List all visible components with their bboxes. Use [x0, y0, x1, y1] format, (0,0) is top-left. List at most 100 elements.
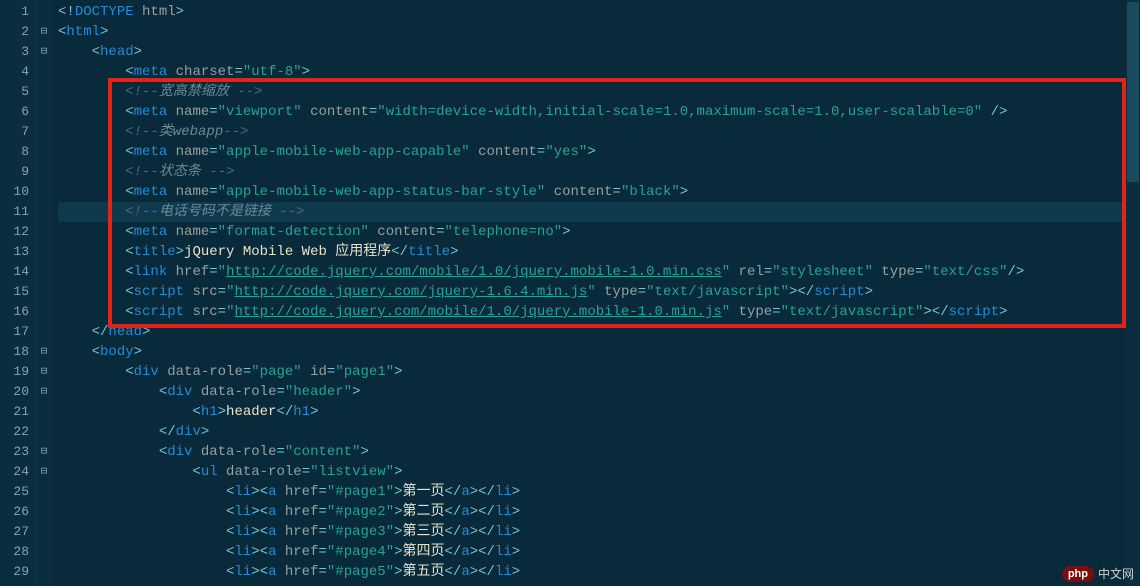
token-p: ></ — [470, 484, 495, 500]
line-number: 11 — [0, 202, 35, 222]
line-number: 8 — [0, 142, 35, 162]
code-line[interactable]: <html> — [58, 22, 1140, 42]
code-line[interactable]: <script src="http://code.jquery.com/jque… — [58, 282, 1140, 302]
code-editor[interactable]: 1234567891011121314151617181920212223242… — [0, 0, 1140, 586]
code-line[interactable]: <h1>header</h1> — [58, 402, 1140, 422]
token-tx: 第四页 — [403, 544, 445, 560]
fold-toggle[interactable]: ⊟ — [36, 342, 52, 362]
token-p: > — [512, 504, 520, 520]
line-number: 20 — [0, 382, 35, 402]
token-p: < — [92, 344, 100, 360]
token-s: "text/javascript" — [781, 304, 924, 320]
code-line[interactable]: <li><a href="#page2">第二页</a></li> — [58, 502, 1140, 522]
token-lnk: http://code.jquery.com/jquery-1.6.4.min.… — [234, 284, 587, 300]
code-line[interactable]: <div data-role="header"> — [58, 382, 1140, 402]
code-line[interactable]: <div data-role="content"> — [58, 442, 1140, 462]
token-p: > — [218, 404, 226, 420]
token-a: data-role — [218, 464, 302, 480]
token-tx: jQuery Mobile Web 应用程序 — [184, 244, 391, 260]
token-a: data-role — [192, 444, 276, 460]
line-number: 21 — [0, 402, 35, 422]
code-line[interactable]: <meta name="apple-mobile-web-app-capable… — [58, 142, 1140, 162]
fold-column[interactable]: ⊟⊟⊟⊟⊟⊟⊟ — [36, 0, 52, 586]
code-line[interactable]: <!DOCTYPE html> — [58, 2, 1140, 22]
token-c: <!-- — [125, 204, 159, 220]
code-line[interactable]: <meta charset="utf-8"> — [58, 62, 1140, 82]
line-number: 4 — [0, 62, 35, 82]
code-line[interactable]: <!--状态条 --> — [58, 162, 1140, 182]
code-line[interactable]: <meta name="viewport" content="width=dev… — [58, 102, 1140, 122]
token-s: " — [722, 264, 730, 280]
token-p: = — [302, 464, 310, 480]
fold-spacer — [36, 562, 52, 582]
token-p: > — [680, 184, 688, 200]
line-number: 1 — [0, 2, 35, 22]
code-line[interactable]: <head> — [58, 42, 1140, 62]
code-line[interactable]: <link href="http://code.jquery.com/mobil… — [58, 262, 1140, 282]
code-line[interactable]: <meta name="apple-mobile-web-app-status-… — [58, 182, 1140, 202]
token-cc: 宽高禁缩放 — [159, 84, 237, 100]
code-line[interactable]: </div> — [58, 422, 1140, 442]
token-p: < — [125, 264, 133, 280]
line-number: 29 — [0, 562, 35, 582]
token-s: "header" — [285, 384, 352, 400]
fold-spacer — [36, 262, 52, 282]
fold-spacer — [36, 182, 52, 202]
code-line[interactable]: <body> — [58, 342, 1140, 362]
token-p: > — [512, 524, 520, 540]
code-line[interactable]: <!--类webapp--> — [58, 122, 1140, 142]
token-a: content — [470, 144, 537, 160]
line-number: 10 — [0, 182, 35, 202]
token-t: div — [167, 444, 192, 460]
token-p: > — [201, 424, 209, 440]
token-t: li — [495, 544, 512, 560]
code-line[interactable]: <title>jQuery Mobile Web 应用程序</title> — [58, 242, 1140, 262]
code-line[interactable]: <!--宽高禁缩放 --> — [58, 82, 1140, 102]
fold-toggle[interactable]: ⊟ — [36, 442, 52, 462]
line-number: 18 — [0, 342, 35, 362]
token-s: "text/css" — [923, 264, 1007, 280]
code-line[interactable]: <meta name="format-detection" content="t… — [58, 222, 1140, 242]
token-s: "viewport" — [218, 104, 302, 120]
fold-spacer — [36, 202, 52, 222]
token-p: > — [142, 324, 150, 340]
code-area[interactable]: <!DOCTYPE html><html> <head> <meta chars… — [52, 0, 1140, 586]
token-t: title — [408, 244, 450, 260]
code-line[interactable]: <li><a href="#page1">第一页</a></li> — [58, 482, 1140, 502]
fold-spacer — [36, 522, 52, 542]
token-p: > — [450, 244, 458, 260]
code-line[interactable]: <li><a href="#page3">第三页</a></li> — [58, 522, 1140, 542]
line-number: 9 — [0, 162, 35, 182]
code-line[interactable]: <script src="http://code.jquery.com/mobi… — [58, 302, 1140, 322]
token-p: = — [218, 284, 226, 300]
fold-toggle[interactable]: ⊟ — [36, 22, 52, 42]
code-line[interactable]: <div data-role="page" id="page1"> — [58, 362, 1140, 382]
token-p: >< — [251, 484, 268, 500]
code-line[interactable]: <!--电话号码不是链接 --> — [58, 202, 1140, 222]
token-s: "listview" — [310, 464, 394, 480]
token-t: a — [461, 484, 469, 500]
token-p: = — [209, 144, 217, 160]
token-p: >< — [251, 564, 268, 580]
code-line[interactable]: </head> — [58, 322, 1140, 342]
token-a: href — [167, 264, 209, 280]
token-p: ></ — [470, 564, 495, 580]
token-t: DOCTYPE — [75, 4, 134, 20]
code-line[interactable]: <li><a href="#page4">第四页</a></li> — [58, 542, 1140, 562]
code-line[interactable]: <li><a href="#page5">第五页</a></li> — [58, 562, 1140, 582]
scrollbar-track[interactable] — [1126, 0, 1140, 586]
fold-toggle[interactable]: ⊟ — [36, 462, 52, 482]
fold-spacer — [36, 282, 52, 302]
token-a: name — [167, 224, 209, 240]
fold-toggle[interactable]: ⊟ — [36, 382, 52, 402]
token-p: > — [562, 224, 570, 240]
token-s: "format-detection" — [218, 224, 369, 240]
scrollbar-thumb[interactable] — [1127, 2, 1139, 182]
token-t: title — [134, 244, 176, 260]
code-line[interactable]: <ul data-role="listview"> — [58, 462, 1140, 482]
fold-toggle[interactable]: ⊟ — [36, 362, 52, 382]
fold-toggle[interactable]: ⊟ — [36, 42, 52, 62]
token-p: > — [512, 544, 520, 560]
token-t: meta — [134, 144, 168, 160]
token-p: = — [318, 544, 326, 560]
